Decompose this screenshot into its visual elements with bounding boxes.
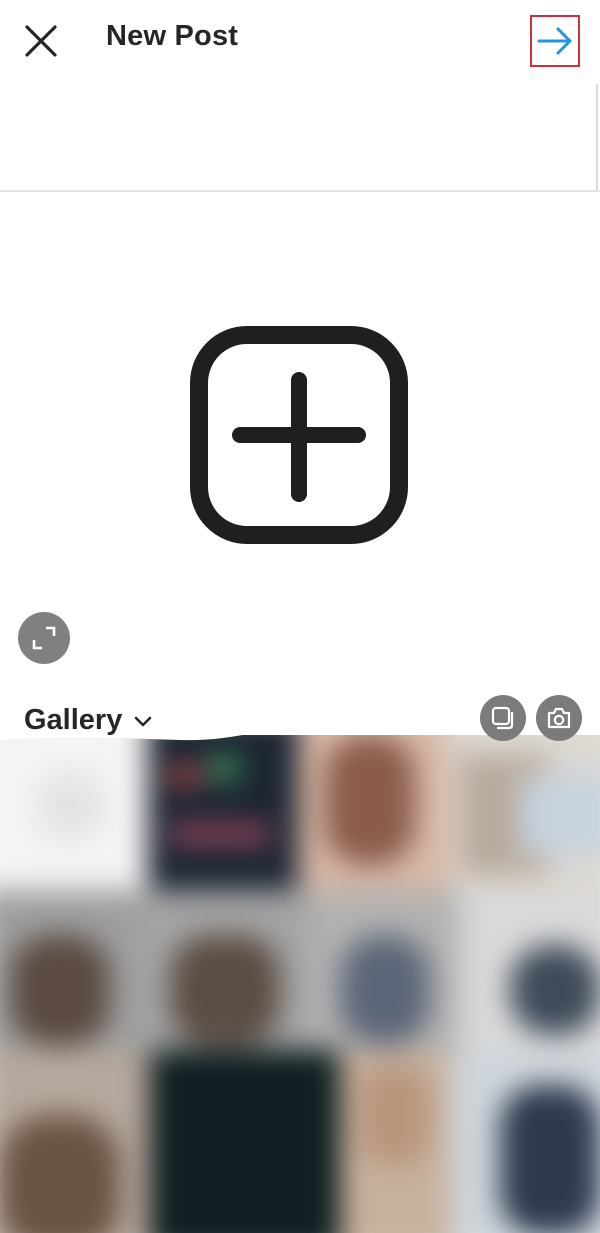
gallery-grid <box>0 735 600 1233</box>
next-button[interactable] <box>530 15 580 67</box>
camera-button[interactable] <box>536 695 582 741</box>
camera-icon <box>547 707 571 729</box>
arrow-right-icon <box>537 27 572 55</box>
gallery-selector[interactable]: Gallery <box>24 700 152 740</box>
chevron-down-icon <box>135 716 152 727</box>
multi-select-button[interactable] <box>480 695 526 741</box>
close-button[interactable] <box>22 22 60 60</box>
close-icon <box>25 25 57 57</box>
gallery-label: Gallery <box>24 703 123 736</box>
multi-select-icon <box>491 706 514 730</box>
expand-icon <box>32 626 56 650</box>
add-square-icon <box>190 326 408 544</box>
expand-button[interactable] <box>18 612 70 664</box>
page-title: New Post <box>106 20 239 52</box>
top-bar: New Post <box>0 0 600 84</box>
